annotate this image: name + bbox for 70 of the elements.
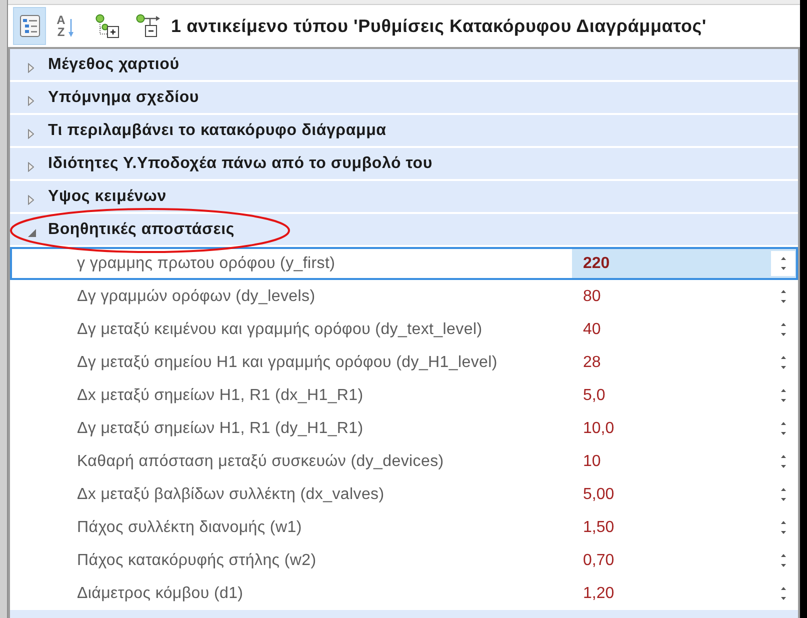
collapsed-triangle-icon[interactable] bbox=[28, 62, 34, 72]
spin-up-icon[interactable] bbox=[780, 521, 786, 524]
spin-down-icon[interactable] bbox=[780, 531, 786, 534]
property-value[interactable]: 10 bbox=[583, 450, 601, 474]
property-label: Δγ μεταξύ κειμένου και γραμμής ορόφου (dy_text_level) bbox=[77, 320, 482, 340]
spin-down-icon[interactable] bbox=[780, 267, 786, 270]
categorized-view-button[interactable] bbox=[13, 7, 46, 45]
category-label: Υπόμνημα σχεδίου bbox=[48, 88, 200, 108]
tree-minus-icon bbox=[136, 14, 162, 38]
spin-down-icon[interactable] bbox=[780, 564, 786, 567]
expanded-triangle-icon[interactable] bbox=[28, 228, 36, 236]
category-row[interactable]: Τι περιλαμβάνει το κατακόρυφο διάγραμμα bbox=[10, 115, 798, 148]
property-value[interactable]: 0,70 bbox=[583, 548, 614, 572]
collapsed-triangle-icon[interactable] bbox=[28, 162, 34, 172]
spin-down-icon[interactable] bbox=[780, 399, 786, 402]
property-value[interactable]: 1,20 bbox=[583, 582, 614, 606]
spin-up-icon[interactable] bbox=[780, 356, 786, 359]
property-value[interactable]: 10,0 bbox=[583, 416, 614, 440]
category-label: Ιδιότητες Υ.Υποδοχέα πάνω από το συμβολό του bbox=[48, 154, 432, 174]
property-label: Δγ μεταξύ σημείων H1, R1 (dy_H1_R1) bbox=[77, 418, 364, 438]
property-value[interactable]: 80 bbox=[583, 284, 601, 308]
spin-up-icon[interactable] bbox=[780, 389, 786, 392]
property-label: Δγ γραμμών ορόφων (dy_levels) bbox=[77, 286, 316, 306]
category-row[interactable]: Υψος κειμένων bbox=[10, 181, 798, 214]
collapsed-triangle-icon[interactable] bbox=[28, 128, 34, 138]
spin-up-icon[interactable] bbox=[780, 257, 786, 260]
property-label: Δx μεταξύ βαλβίδων συλλέκτη (dx_valves) bbox=[77, 484, 384, 504]
spin-down-icon[interactable] bbox=[780, 498, 786, 501]
spin-down-icon[interactable] bbox=[780, 465, 786, 468]
property-label: Δx μεταξύ σημείων H1, R1 (dx_H1_R1) bbox=[77, 386, 364, 406]
category-label: Μέγεθος χαρτιού bbox=[48, 54, 180, 74]
value-field[interactable]: 220 bbox=[572, 249, 796, 278]
categorized-list-icon bbox=[20, 15, 40, 37]
property-label: Πάχος συλλέκτη διανομής (w1) bbox=[77, 518, 302, 538]
spin-up-icon[interactable] bbox=[780, 488, 786, 491]
property-label: Δγ μεταξύ σημείου H1 και γραμμής ορόφου (dy_H1_level) bbox=[77, 352, 498, 372]
spin-down-icon[interactable] bbox=[780, 432, 786, 435]
tree-plus-icon bbox=[94, 14, 120, 38]
property-value[interactable]: 1,50 bbox=[583, 516, 614, 540]
category-row[interactable]: Ιδιότητες Υ.Υποδοχέα πάνω από το συμβολό του bbox=[10, 148, 798, 181]
spin-down-icon[interactable] bbox=[780, 333, 786, 336]
property-value[interactable]: 28 bbox=[583, 350, 601, 374]
spin-up-icon[interactable] bbox=[780, 290, 786, 293]
collapsed-triangle-icon[interactable] bbox=[28, 96, 34, 106]
property-value[interactable]: 5,0 bbox=[583, 384, 606, 408]
property-label: Καθαρή απόσταση μεταξύ συσκευών (dy_devices) bbox=[77, 452, 444, 472]
object-title: 1 αντικείμενο τύπου 'Ρυθμίσεις Κατακόρυφου Διαγράμματος' bbox=[171, 14, 707, 38]
spin-up-icon[interactable] bbox=[780, 422, 786, 425]
property-value[interactable]: 5,00 bbox=[583, 482, 614, 506]
spin-down-icon[interactable] bbox=[780, 597, 786, 600]
property-label: Διάμετρος κόμβου (d1) bbox=[77, 584, 244, 604]
spin-down-icon[interactable] bbox=[780, 366, 786, 369]
property-value[interactable]: 40 bbox=[583, 318, 601, 342]
category-row[interactable]: Μέγεθος χαρτιού bbox=[10, 49, 798, 82]
spin-up-icon[interactable] bbox=[780, 587, 786, 590]
category-row[interactable]: Βοηθητικές αποστάσεις bbox=[10, 214, 798, 247]
spin-up-icon[interactable] bbox=[780, 554, 786, 557]
category-label: Τι περιλαμβάνει το κατακόρυφο διάγραμμα bbox=[48, 120, 386, 140]
category-label: Βοηθητικές αποστάσεις bbox=[48, 220, 235, 240]
category-row[interactable]: Υπόμνημα σχεδίου bbox=[10, 82, 798, 115]
spin-down-icon[interactable] bbox=[780, 300, 786, 303]
alphabetical-sort-button[interactable]: A Z bbox=[49, 7, 82, 45]
down-arrow-icon bbox=[68, 19, 74, 37]
category-label: Υψος κειμένων bbox=[48, 186, 166, 206]
collapsed-triangle-icon[interactable] bbox=[28, 194, 34, 204]
spin-up-icon[interactable] bbox=[780, 323, 786, 326]
property-label: Πάχος κατακόρυφής στήλης (w2) bbox=[77, 550, 316, 570]
property-row[interactable]: γ γραμμης πρωτου ορόφου (y_first) 220 bbox=[10, 247, 798, 280]
spin-up-icon[interactable] bbox=[780, 455, 786, 458]
property-label: γ γραμμης πρωτου ορόφου (y_first) bbox=[77, 254, 336, 274]
